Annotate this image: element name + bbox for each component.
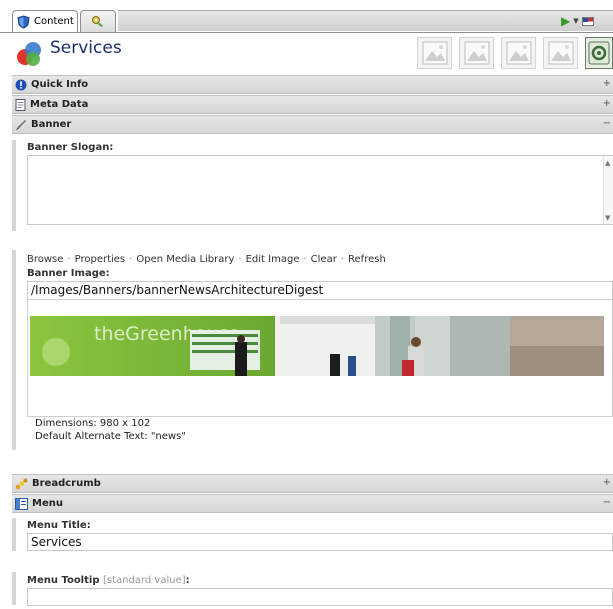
menu-tooltip-label: Menu Tooltip [standard value]: — [27, 575, 190, 586]
slogan-scrollbar[interactable]: ▲ ▼ — [603, 156, 613, 224]
image-placeholder-icon[interactable] — [501, 37, 536, 69]
image-placeholder-icon[interactable] — [459, 37, 494, 69]
menu-title-field[interactable]: Services — [27, 533, 613, 551]
separator: · — [67, 254, 71, 265]
field-rail — [12, 140, 16, 231]
section-quick-info-label: Quick Info — [31, 79, 89, 90]
banner-slogan-textarea[interactable] — [27, 155, 613, 225]
menu-title-label: Menu Title: — [27, 520, 91, 531]
collapse-toggle[interactable]: − — [603, 497, 611, 508]
menu-tooltip-field[interactable] — [27, 588, 613, 606]
key-icon — [92, 15, 103, 27]
open-media-library-link[interactable]: Open Media Library — [136, 254, 234, 265]
image-placeholder-icon[interactable] — [417, 37, 452, 69]
tab-tools: ▶ ▼ — [553, 10, 613, 31]
field-rail — [12, 572, 16, 605]
tab-strip-rail — [118, 10, 553, 31]
section-banner-label: Banner — [31, 119, 72, 130]
refresh-link[interactable]: Refresh — [348, 254, 386, 265]
navigate-arrow-icon[interactable]: ▶ — [561, 14, 570, 28]
section-meta-data-label: Meta Data — [30, 99, 89, 110]
scroll-up-icon[interactable]: ▲ — [605, 159, 610, 167]
banner-slogan-label: Banner Slogan: — [27, 142, 114, 153]
menu-icon — [15, 497, 28, 510]
gear-icon[interactable] — [585, 37, 613, 69]
edit-image-link[interactable]: Edit Image — [246, 254, 300, 265]
page-title: Services — [50, 38, 122, 58]
banner-dimensions-text: Dimensions: 980 x 102 — [35, 418, 151, 429]
separator: · — [340, 254, 345, 265]
collapse-toggle[interactable]: − — [603, 118, 611, 129]
section-banner[interactable]: Banner − — [12, 115, 613, 134]
section-quick-info[interactable]: Quick Info + — [12, 75, 613, 94]
expand-toggle[interactable]: + — [603, 98, 611, 109]
banner-image-path-field[interactable]: /Images/Banners/bannerNewsArchitectureDi… — [27, 281, 613, 300]
separator: · — [238, 254, 242, 265]
section-meta-data[interactable]: Meta Data + — [12, 95, 613, 114]
field-rail — [12, 250, 16, 450]
tab-content-label: Content — [34, 16, 74, 27]
breadcrumb-icon — [15, 478, 28, 489]
expand-toggle[interactable]: + — [603, 78, 611, 89]
section-breadcrumb-label: Breadcrumb — [32, 478, 101, 489]
menu-tooltip-label-text: Menu Tooltip — [27, 575, 100, 586]
clear-link[interactable]: Clear — [311, 254, 337, 265]
brush-icon — [16, 119, 26, 130]
shield-icon — [17, 14, 30, 29]
language-flag-icon[interactable] — [581, 16, 594, 26]
banner-image-label: Banner Image: — [27, 268, 110, 279]
section-menu[interactable]: Menu − — [12, 494, 613, 513]
separator: · — [129, 254, 133, 265]
standard-value-hint: [standard value] — [102, 575, 186, 586]
label-colon: : — [185, 575, 190, 586]
section-menu-label: Menu — [32, 498, 63, 509]
tab-security[interactable] — [80, 10, 116, 32]
properties-link[interactable]: Properties — [75, 254, 126, 265]
field-rail — [12, 518, 16, 551]
tab-content[interactable]: Content — [12, 10, 78, 32]
toolbar-thumbnails — [417, 37, 613, 69]
services-logo-icon — [17, 42, 41, 66]
banner-alt-text: Default Alternate Text: "news" — [35, 431, 186, 442]
chevron-down-icon[interactable]: ▼ — [573, 17, 578, 25]
separator: · — [303, 254, 307, 265]
info-icon — [15, 79, 27, 90]
document-icon — [15, 98, 26, 111]
item-header: Services — [0, 32, 613, 74]
editor-tab-strip: Content ▶ ▼ — [0, 0, 613, 32]
expand-toggle[interactable]: + — [603, 477, 611, 488]
banner-image-actions: Browse · Properties · Open Media Library… — [27, 254, 386, 265]
section-breadcrumb[interactable]: Breadcrumb + — [12, 474, 613, 493]
image-placeholder-icon[interactable] — [543, 37, 578, 69]
browse-link[interactable]: Browse — [27, 254, 63, 265]
scroll-down-icon[interactable]: ▼ — [605, 214, 610, 222]
banner-image[interactable]: theGreenhouse — [30, 316, 604, 376]
